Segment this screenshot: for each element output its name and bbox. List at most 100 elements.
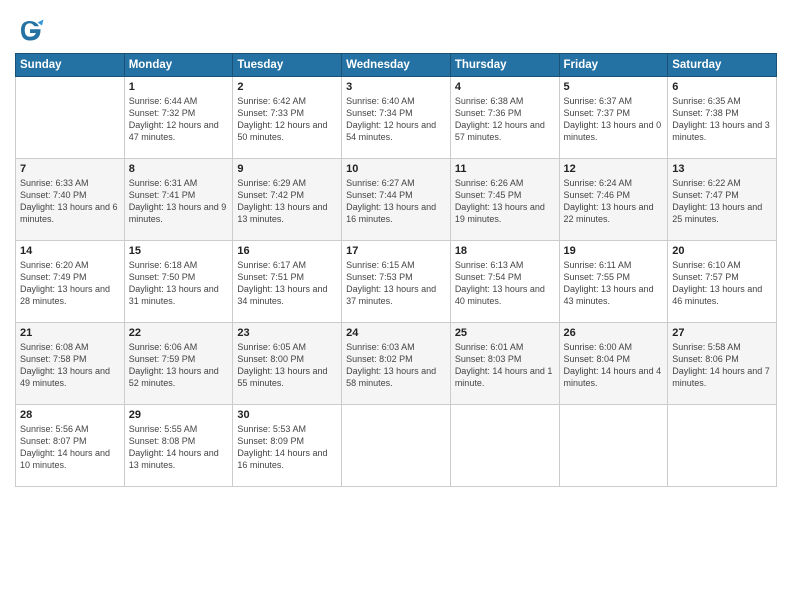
day-cell: 2 Sunrise: 6:42 AMSunset: 7:33 PMDayligh… [233, 77, 342, 159]
day-info: Sunrise: 6:03 AMSunset: 8:02 PMDaylight:… [346, 341, 446, 390]
week-row-5: 28 Sunrise: 5:56 AMSunset: 8:07 PMDaylig… [16, 405, 777, 487]
day-info: Sunrise: 6:06 AMSunset: 7:59 PMDaylight:… [129, 341, 229, 390]
day-info: Sunrise: 6:08 AMSunset: 7:58 PMDaylight:… [20, 341, 120, 390]
day-info: Sunrise: 6:37 AMSunset: 7:37 PMDaylight:… [564, 95, 664, 144]
week-row-4: 21 Sunrise: 6:08 AMSunset: 7:58 PMDaylig… [16, 323, 777, 405]
header-cell-monday: Monday [124, 54, 233, 77]
day-cell [450, 405, 559, 487]
calendar-table: SundayMondayTuesdayWednesdayThursdayFrid… [15, 53, 777, 487]
day-info: Sunrise: 6:33 AMSunset: 7:40 PMDaylight:… [20, 177, 120, 226]
day-number: 25 [455, 327, 555, 339]
day-number: 11 [455, 163, 555, 175]
day-info: Sunrise: 6:18 AMSunset: 7:50 PMDaylight:… [129, 259, 229, 308]
day-number: 27 [672, 327, 772, 339]
header-cell-thursday: Thursday [450, 54, 559, 77]
day-info: Sunrise: 6:24 AMSunset: 7:46 PMDaylight:… [564, 177, 664, 226]
header-cell-tuesday: Tuesday [233, 54, 342, 77]
header-cell-sunday: Sunday [16, 54, 125, 77]
day-number: 21 [20, 327, 120, 339]
day-cell: 23 Sunrise: 6:05 AMSunset: 8:00 PMDaylig… [233, 323, 342, 405]
week-row-3: 14 Sunrise: 6:20 AMSunset: 7:49 PMDaylig… [16, 241, 777, 323]
day-cell: 6 Sunrise: 6:35 AMSunset: 7:38 PMDayligh… [668, 77, 777, 159]
day-cell: 21 Sunrise: 6:08 AMSunset: 7:58 PMDaylig… [16, 323, 125, 405]
day-number: 20 [672, 245, 772, 257]
day-info: Sunrise: 6:42 AMSunset: 7:33 PMDaylight:… [237, 95, 337, 144]
day-cell [16, 77, 125, 159]
day-info: Sunrise: 6:31 AMSunset: 7:41 PMDaylight:… [129, 177, 229, 226]
day-number: 14 [20, 245, 120, 257]
logo [15, 15, 49, 45]
day-number: 22 [129, 327, 229, 339]
day-number: 26 [564, 327, 664, 339]
week-row-2: 7 Sunrise: 6:33 AMSunset: 7:40 PMDayligh… [16, 159, 777, 241]
day-cell: 4 Sunrise: 6:38 AMSunset: 7:36 PMDayligh… [450, 77, 559, 159]
day-info: Sunrise: 6:38 AMSunset: 7:36 PMDaylight:… [455, 95, 555, 144]
day-number: 24 [346, 327, 446, 339]
day-info: Sunrise: 6:22 AMSunset: 7:47 PMDaylight:… [672, 177, 772, 226]
day-number: 3 [346, 81, 446, 93]
day-cell: 19 Sunrise: 6:11 AMSunset: 7:55 PMDaylig… [559, 241, 668, 323]
day-number: 10 [346, 163, 446, 175]
day-info: Sunrise: 6:05 AMSunset: 8:00 PMDaylight:… [237, 341, 337, 390]
day-number: 29 [129, 409, 229, 421]
day-info: Sunrise: 5:53 AMSunset: 8:09 PMDaylight:… [237, 423, 337, 472]
day-cell: 16 Sunrise: 6:17 AMSunset: 7:51 PMDaylig… [233, 241, 342, 323]
day-number: 9 [237, 163, 337, 175]
day-number: 5 [564, 81, 664, 93]
day-number: 17 [346, 245, 446, 257]
day-info: Sunrise: 6:26 AMSunset: 7:45 PMDaylight:… [455, 177, 555, 226]
day-info: Sunrise: 6:20 AMSunset: 7:49 PMDaylight:… [20, 259, 120, 308]
header-row: SundayMondayTuesdayWednesdayThursdayFrid… [16, 54, 777, 77]
day-cell [342, 405, 451, 487]
day-number: 15 [129, 245, 229, 257]
day-number: 12 [564, 163, 664, 175]
day-number: 7 [20, 163, 120, 175]
day-cell: 25 Sunrise: 6:01 AMSunset: 8:03 PMDaylig… [450, 323, 559, 405]
day-cell [668, 405, 777, 487]
day-cell: 11 Sunrise: 6:26 AMSunset: 7:45 PMDaylig… [450, 159, 559, 241]
day-cell: 10 Sunrise: 6:27 AMSunset: 7:44 PMDaylig… [342, 159, 451, 241]
day-number: 4 [455, 81, 555, 93]
header-cell-saturday: Saturday [668, 54, 777, 77]
day-number: 16 [237, 245, 337, 257]
day-info: Sunrise: 6:17 AMSunset: 7:51 PMDaylight:… [237, 259, 337, 308]
day-number: 18 [455, 245, 555, 257]
day-info: Sunrise: 6:40 AMSunset: 7:34 PMDaylight:… [346, 95, 446, 144]
day-cell: 28 Sunrise: 5:56 AMSunset: 8:07 PMDaylig… [16, 405, 125, 487]
day-number: 13 [672, 163, 772, 175]
day-cell: 3 Sunrise: 6:40 AMSunset: 7:34 PMDayligh… [342, 77, 451, 159]
header-cell-wednesday: Wednesday [342, 54, 451, 77]
day-number: 30 [237, 409, 337, 421]
day-cell: 22 Sunrise: 6:06 AMSunset: 7:59 PMDaylig… [124, 323, 233, 405]
day-info: Sunrise: 6:01 AMSunset: 8:03 PMDaylight:… [455, 341, 555, 390]
day-info: Sunrise: 6:10 AMSunset: 7:57 PMDaylight:… [672, 259, 772, 308]
day-cell [559, 405, 668, 487]
day-cell: 13 Sunrise: 6:22 AMSunset: 7:47 PMDaylig… [668, 159, 777, 241]
day-cell: 7 Sunrise: 6:33 AMSunset: 7:40 PMDayligh… [16, 159, 125, 241]
header-cell-friday: Friday [559, 54, 668, 77]
day-cell: 24 Sunrise: 6:03 AMSunset: 8:02 PMDaylig… [342, 323, 451, 405]
page-container: SundayMondayTuesdayWednesdayThursdayFrid… [0, 0, 792, 497]
day-number: 2 [237, 81, 337, 93]
day-cell: 5 Sunrise: 6:37 AMSunset: 7:37 PMDayligh… [559, 77, 668, 159]
day-number: 8 [129, 163, 229, 175]
day-info: Sunrise: 6:44 AMSunset: 7:32 PMDaylight:… [129, 95, 229, 144]
day-cell: 27 Sunrise: 5:58 AMSunset: 8:06 PMDaylig… [668, 323, 777, 405]
day-info: Sunrise: 6:00 AMSunset: 8:04 PMDaylight:… [564, 341, 664, 390]
day-cell: 1 Sunrise: 6:44 AMSunset: 7:32 PMDayligh… [124, 77, 233, 159]
day-cell: 17 Sunrise: 6:15 AMSunset: 7:53 PMDaylig… [342, 241, 451, 323]
day-info: Sunrise: 6:13 AMSunset: 7:54 PMDaylight:… [455, 259, 555, 308]
day-info: Sunrise: 6:15 AMSunset: 7:53 PMDaylight:… [346, 259, 446, 308]
day-cell: 26 Sunrise: 6:00 AMSunset: 8:04 PMDaylig… [559, 323, 668, 405]
day-cell: 12 Sunrise: 6:24 AMSunset: 7:46 PMDaylig… [559, 159, 668, 241]
day-number: 23 [237, 327, 337, 339]
logo-icon [15, 15, 45, 45]
day-info: Sunrise: 6:27 AMSunset: 7:44 PMDaylight:… [346, 177, 446, 226]
day-number: 1 [129, 81, 229, 93]
day-number: 6 [672, 81, 772, 93]
day-number: 28 [20, 409, 120, 421]
day-cell: 14 Sunrise: 6:20 AMSunset: 7:49 PMDaylig… [16, 241, 125, 323]
day-cell: 30 Sunrise: 5:53 AMSunset: 8:09 PMDaylig… [233, 405, 342, 487]
day-cell: 9 Sunrise: 6:29 AMSunset: 7:42 PMDayligh… [233, 159, 342, 241]
day-info: Sunrise: 5:55 AMSunset: 8:08 PMDaylight:… [129, 423, 229, 472]
